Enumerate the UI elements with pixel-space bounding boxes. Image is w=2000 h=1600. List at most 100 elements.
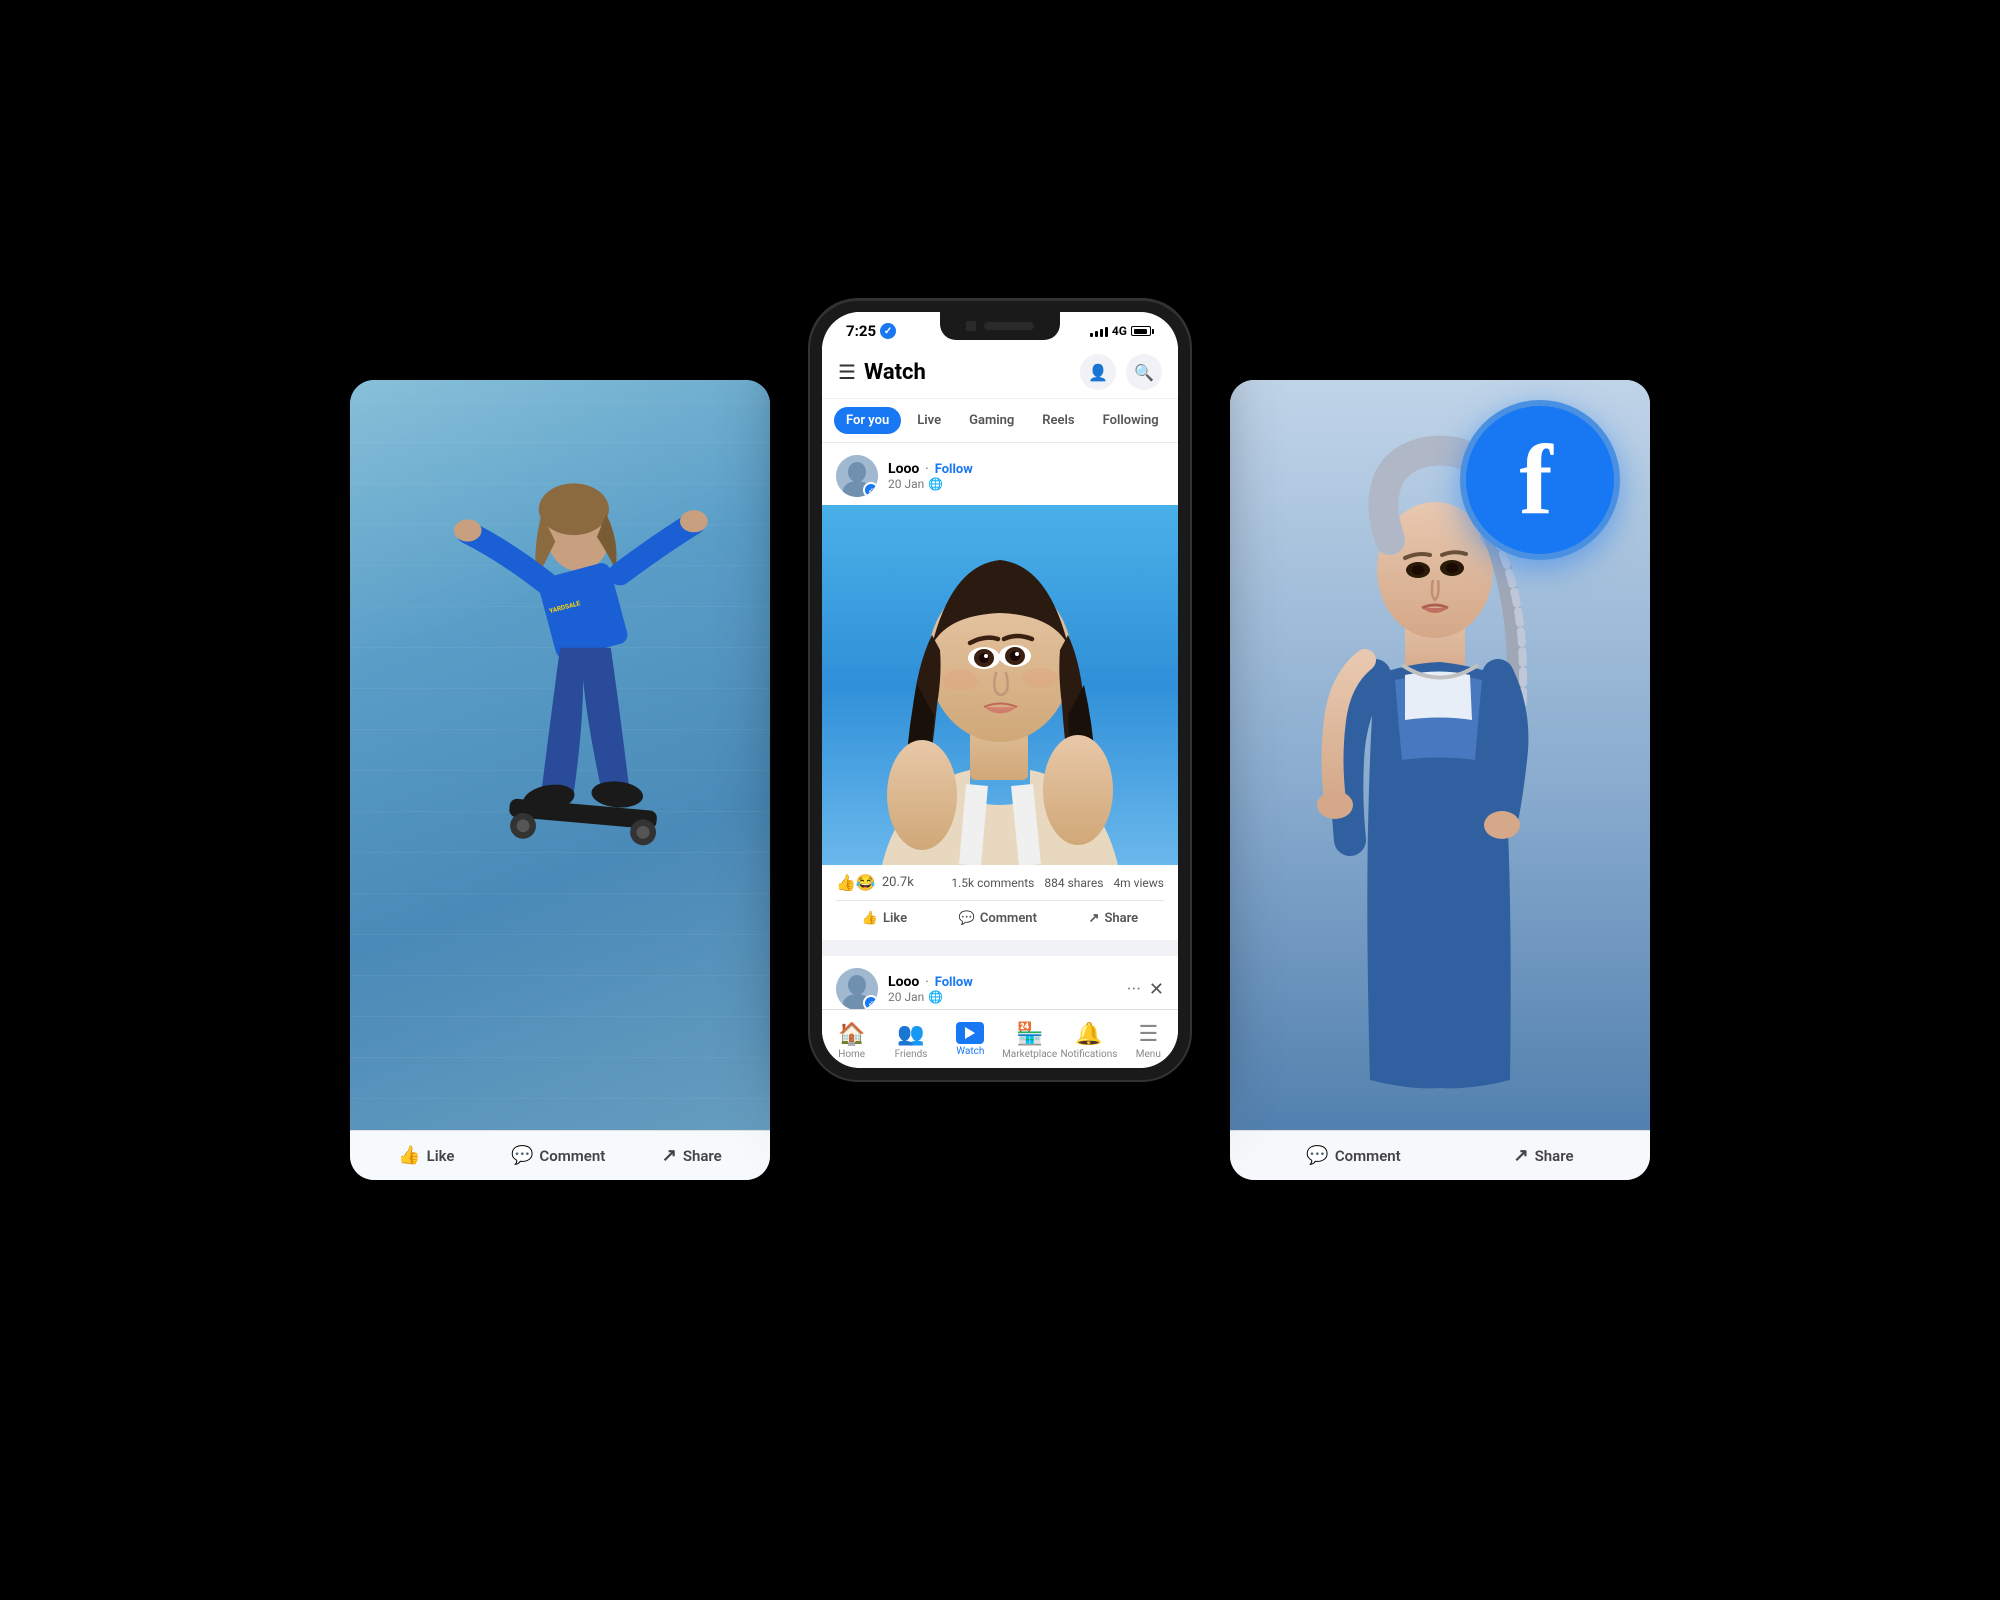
speaker [984,322,1034,330]
post-1-date: 20 Jan [888,477,924,491]
more-options-button[interactable]: ··· [1127,979,1141,1000]
signal-bar-3 [1100,329,1103,337]
right-share-label: Share [1535,1147,1574,1165]
post-name-row: Looo · Follow [888,461,1164,477]
tab-following[interactable]: Following [1091,407,1171,434]
comment-icon-right: 💬 [1306,1145,1328,1166]
post-2-follow-button[interactable]: Follow [935,975,973,990]
right-comment-button[interactable]: 💬 Comment [1306,1145,1400,1166]
post-1: ✓ Looo · Follow 20 Jan 🌐 [822,443,1178,940]
close-button[interactable]: ✕ [1149,979,1164,1000]
right-card-bottom: 💬 Comment ↗ Share [1230,1130,1650,1180]
phone-frame: 7:25 ✓ 4G [810,300,1190,1080]
right-share-button[interactable]: ↗ Share [1514,1145,1574,1166]
nav-notifications[interactable]: 🔔 Notifications [1059,1018,1118,1064]
post-2-actions: ··· ✕ [1127,979,1164,1000]
nav-marketplace[interactable]: 🏪 Marketplace [1000,1018,1059,1064]
nav-marketplace-label: Marketplace [1002,1049,1057,1060]
right-comment-label: Comment [1335,1147,1401,1165]
status-time: 7:25 [846,322,876,340]
nav-home[interactable]: 🏠 Home [822,1018,881,1064]
nav-friends-label: Friends [895,1049,928,1060]
post-2-verified: ✓ [863,995,878,1009]
post-2-avatar[interactable]: ✓ [836,968,878,1009]
phone-screen: 7:25 ✓ 4G [822,312,1178,1068]
play-triangle-icon [965,1027,975,1039]
verified-badge: ✓ [863,482,878,497]
post-1-follow-button[interactable]: Follow [935,462,973,477]
left-share-button[interactable]: ↗ Share [662,1145,722,1166]
like-icon: 👍 [862,911,878,926]
dot-separator: · [925,462,928,477]
bottom-nav: 🏠 Home 👥 Friends Watch 🏪 [822,1009,1178,1068]
network-type: 4G [1112,324,1127,338]
shares-count: 884 shares [1044,876,1103,890]
left-like-button[interactable]: 👍 Like [398,1145,454,1166]
post-1-meta: 20 Jan 🌐 [888,477,1164,491]
like-button[interactable]: 👍 Like [854,905,915,932]
like-label: Like [883,911,907,926]
share-icon-btn: ↗ [1089,911,1100,926]
post-1-info: Looo · Follow 20 Jan 🌐 [888,461,1164,491]
skater-figure: YARDSALE [410,440,710,1040]
friends-icon: 👥 [897,1022,924,1047]
post-2-dot: · [925,975,928,990]
tab-reels[interactable]: Reels [1030,407,1086,434]
tab-bar: For you Live Gaming Reels Following [822,399,1178,443]
nav-menu[interactable]: ☰ Menu [1119,1018,1178,1064]
hamburger-icon[interactable]: ☰ [838,360,856,384]
post-1-header: ✓ Looo · Follow 20 Jan 🌐 [822,443,1178,505]
header-left: ☰ Watch [838,360,926,385]
post-1-footer: 👍😂 20.7k 1.5k comments 884 shares 4m vie… [822,865,1178,940]
facebook-f-letter: f [1519,430,1552,530]
marketplace-icon: 🏪 [1016,1022,1043,1047]
left-card-image: YARDSALE [350,380,770,1180]
post-1-avatar[interactable]: ✓ [836,455,878,497]
nav-menu-label: Menu [1136,1049,1161,1060]
post-2-date: 20 Jan [888,990,924,1004]
phone-container: 7:25 ✓ 4G [810,300,1190,1080]
status-left: 7:25 ✓ [846,322,896,340]
profile-icon-button[interactable]: 👤 [1080,354,1116,390]
left-share-label: Share [683,1147,722,1165]
reaction-row: 👍😂 20.7k 1.5k comments 884 shares 4m vie… [836,873,1164,901]
home-icon: 🏠 [838,1022,865,1047]
nav-notifications-label: Notifications [1061,1049,1118,1060]
post-1-author: Looo [888,461,919,477]
watch-icon-container [956,1022,984,1044]
reactions-left: 👍😂 20.7k [836,873,914,892]
feed-content: ✓ Looo · Follow 20 Jan 🌐 [822,443,1178,1009]
nav-home-label: Home [838,1049,865,1060]
search-icon-button[interactable]: 🔍 [1126,354,1162,390]
comment-button[interactable]: 💬 Comment [951,905,1045,932]
share-label: Share [1104,911,1138,926]
post-2-globe: 🌐 [928,990,943,1004]
search-icon: 🔍 [1134,363,1154,382]
comment-icon-btn: 💬 [959,911,975,926]
share-icon-right: ↗ [1514,1145,1529,1166]
camera [966,321,976,331]
left-card: YARDSALE 👍 Like 💬 Comment ↗ Share [350,380,770,1180]
header-title: Watch [864,360,926,385]
post-1-image [822,505,1178,865]
app-header: ☰ Watch 👤 🔍 [822,346,1178,399]
comments-count: 1.5k comments [951,876,1034,890]
nav-friends[interactable]: 👥 Friends [881,1018,940,1064]
post-2-name-row: Looo · Follow [888,974,1117,990]
signal-bar-2 [1095,331,1098,337]
nav-watch-label: Watch [956,1046,984,1057]
person-icon: 👤 [1088,363,1108,382]
tab-for-you[interactable]: For you [834,407,901,434]
like-emoji: 👍😂 [836,873,876,892]
notifications-icon: 🔔 [1075,1022,1102,1047]
share-icon: ↗ [662,1145,677,1166]
tab-live[interactable]: Live [905,407,953,434]
post-2: ✓ Looo · Follow 20 Jan 🌐 [822,948,1178,1009]
facebook-logo-badge: f [1460,400,1620,560]
left-comment-label: Comment [539,1147,605,1165]
share-button[interactable]: ↗ Share [1081,905,1147,932]
left-comment-button[interactable]: 💬 Comment [511,1145,605,1166]
tab-gaming[interactable]: Gaming [957,407,1026,434]
nav-watch[interactable]: Watch [941,1018,1000,1064]
notch [940,312,1060,340]
